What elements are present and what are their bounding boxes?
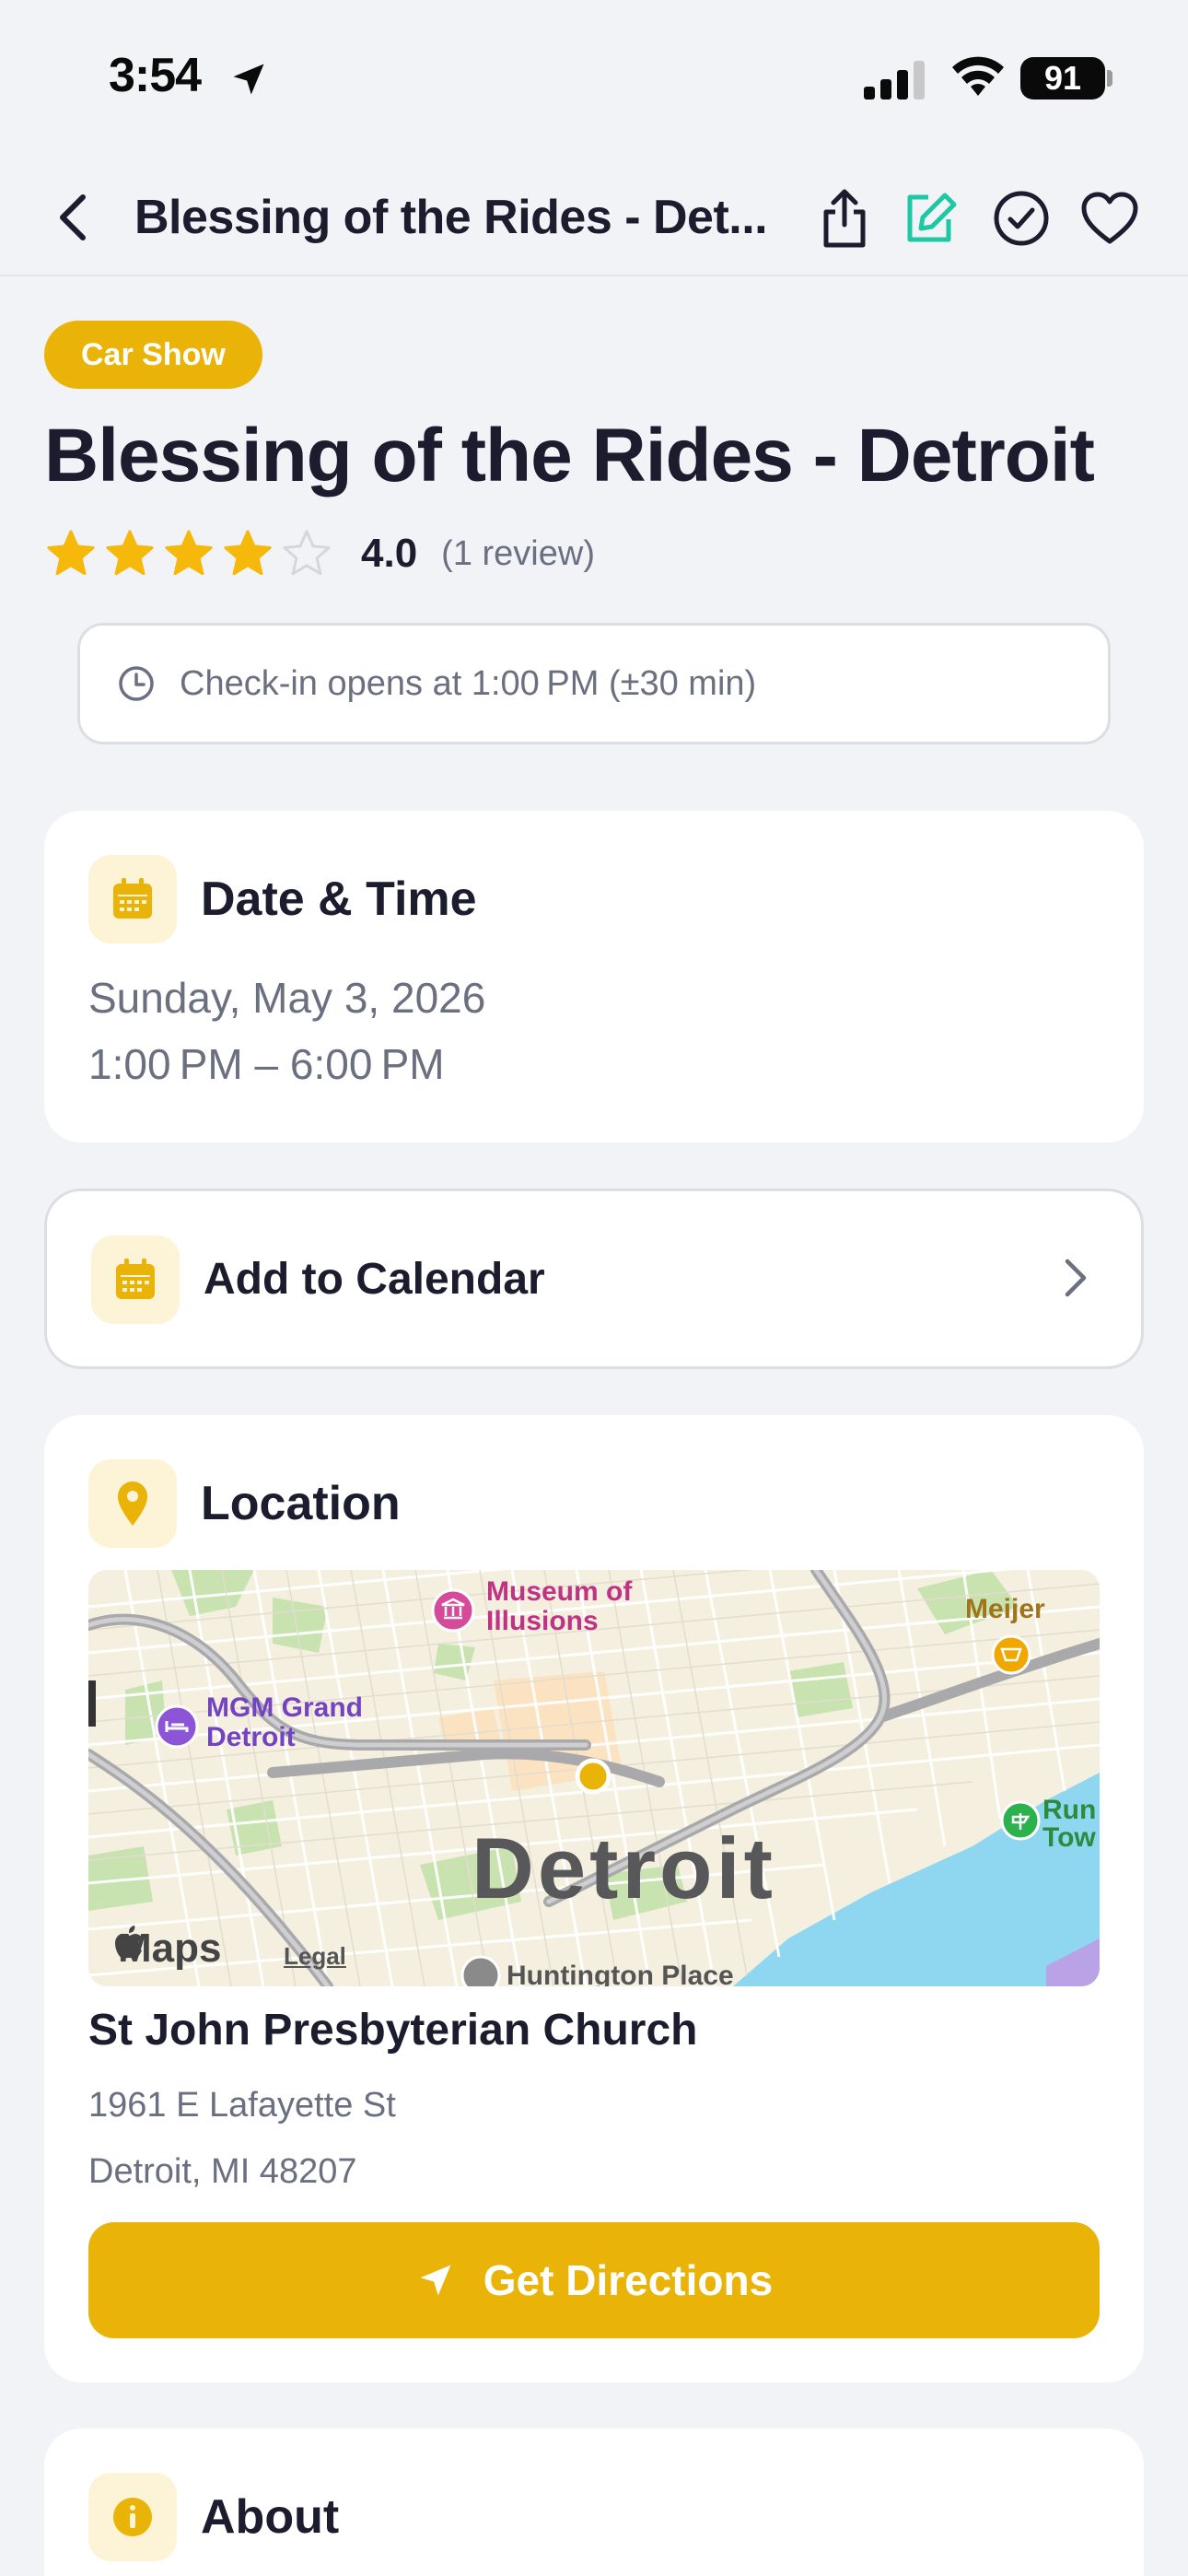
get-directions-button[interactable]: Get Directions [88,2222,1100,2338]
apple-logo-icon [115,1926,142,1959]
add-calendar-icon-tile [91,1235,180,1324]
cellular-signal-icon [864,61,925,100]
maps-attribution: Maps [114,1926,221,1972]
rating-value: 4.0 [361,531,418,576]
venue-name: St John Presbyterian Church [88,2006,698,2055]
wifi-icon [952,56,1004,96]
map-pin-icon [118,1481,147,1526]
status-time: 3:54 [109,49,202,102]
map-poi-mgm: MGM Grand Detroit [206,1692,363,1752]
map-city-label: Detroit [472,1820,776,1916]
heart-icon [1081,192,1138,244]
location-map[interactable]: Museum of Illusions MGM Grand Detroit Meij… [88,1570,1100,1986]
map-poi-museum: Museum of Illusions [486,1576,633,1636]
star-filled-icon [224,530,272,576]
maps-legal-link[interactable]: Legal [284,1942,346,1971]
edit-button[interactable] [901,188,961,249]
address-line-1: 1961 E Lafayette St [88,2086,396,2125]
rating-stars [44,527,333,580]
rating-row: 4.0 (1 review) [44,521,595,586]
review-count[interactable]: (1 review) [441,534,595,574]
about-card: About [44,2429,1144,2576]
category-badge: Car Show [44,321,262,389]
date-time-card: Date & Time Sunday, May 3, 2026 1:00 PM … [44,811,1144,1142]
header-title: Blessing of the Rides - Det... [134,191,768,244]
map-poi-meijer: Meijer [965,1594,1045,1624]
event-date: Sunday, May 3, 2026 [88,974,486,1022]
navigation-arrow-icon [420,2265,451,2296]
about-icon-tile [88,2473,177,2561]
battery-indicator: 91 [1020,57,1105,100]
status-bar: 3:54 91 [0,0,1188,157]
map-poi-run: Run Tow [1042,1795,1097,1853]
check-in-button[interactable] [991,188,1052,249]
share-icon [823,189,866,248]
location-arrow-icon [233,64,264,95]
map-poi-huntington: Huntington Place [507,1961,734,1986]
chevron-left-icon [60,194,86,240]
edit-icon [907,193,957,242]
location-heading: Location [201,1477,401,1530]
checkmark-circle-icon [994,191,1049,246]
event-time: 1:00 PM – 6:00 PM [88,1040,445,1088]
get-directions-label: Get Directions [483,2256,774,2304]
about-heading: About [201,2490,340,2544]
star-filled-icon [47,530,95,576]
back-button[interactable] [55,190,101,245]
clock-icon [119,666,154,701]
favorite-button[interactable] [1079,188,1140,249]
add-to-calendar-button[interactable]: Add to Calendar [44,1188,1144,1369]
event-title: Blessing of the Rides - Detroit [44,414,1095,498]
calendar-icon [113,878,152,919]
star-empty-icon [283,530,331,576]
address-line-2: Detroit, MI 48207 [88,2152,357,2191]
checkin-info: Check-in opens at 1:00 PM (±30 min) [77,623,1111,744]
navigation-header: Blessing of the Rides - Det... [0,157,1188,276]
info-icon [113,2498,152,2536]
battery-tip [1107,70,1112,87]
location-card: Location Museum of Illusions MGM Grand D… [44,1415,1144,2383]
location-icon-tile [88,1459,177,1548]
star-filled-icon [106,530,154,576]
add-to-calendar-label: Add to Calendar [204,1255,545,1304]
date-time-icon-tile [88,855,177,943]
share-button[interactable] [814,188,875,249]
chevron-right-icon [1065,1259,1087,1297]
star-filled-icon [165,530,213,576]
date-time-heading: Date & Time [201,872,477,926]
checkin-text: Check-in opens at 1:00 PM (±30 min) [180,663,757,703]
event-detail-screen: 3:54 91 Blessing of the Rides - Det... C… [0,0,1188,2576]
calendar-icon [116,1259,155,1299]
